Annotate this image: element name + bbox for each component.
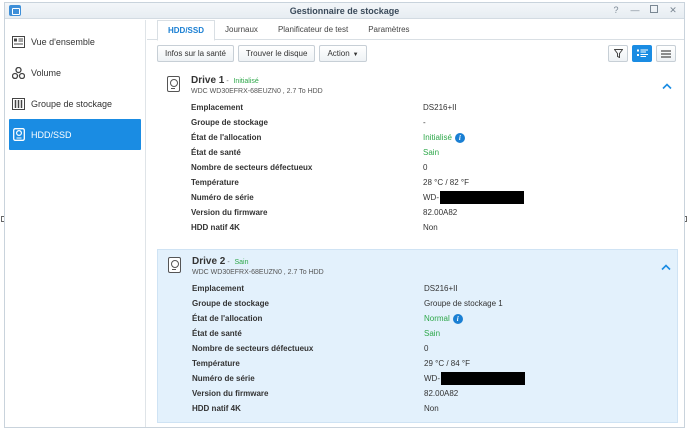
drive-name: Drive 1- Initialisé [191, 75, 259, 86]
window-controls: ? — ✕ [609, 4, 680, 17]
sidebar-item-label: Volume [31, 67, 62, 78]
tab-hdd-ssd[interactable]: HDD/SSD [157, 20, 216, 41]
find-disk-button[interactable]: Trouver le disque [237, 45, 316, 62]
sidebar-item-storage-pool[interactable]: Groupe de stockage [5, 88, 145, 119]
storage-pool-icon [12, 97, 25, 110]
main-panel: HDD/SSD Journaux Planificateur de test P… [147, 20, 684, 427]
drive-status: Sain [234, 259, 249, 266]
close-icon[interactable]: ✕ [666, 4, 680, 17]
chevron-up-icon[interactable] [662, 82, 672, 90]
toolbar: Infos sur la santé Trouver le disque Act… [147, 40, 684, 67]
sidebar-item-label: HDD/SSD [31, 129, 72, 140]
detail-row: État de santé Sain [191, 148, 440, 157]
info-icon[interactable]: i [454, 132, 465, 143]
serial-redaction [441, 372, 525, 385]
drive-model: WDC WD30EFRX-68EUZN0 , 2.7 To HDD [191, 88, 323, 95]
drive-card[interactable]: Drive 1- Initialisé WDC WD30EFRX-68EUZN0… [157, 69, 678, 241]
sidebar: Vue d'ensemble Volume Groupe de stockage… [5, 20, 146, 427]
hdd-icon [168, 257, 181, 273]
detail-row: Groupe de stockage Groupe de stockage 1 [192, 299, 503, 308]
detail-row: État de l'allocation Normal i [192, 311, 677, 326]
drive-details: Emplacement DS216+II Groupe de stockage - … [191, 100, 678, 235]
detail-row: Groupe de stockage - [191, 118, 426, 127]
detail-row: Température 29 °C / 84 °F [192, 359, 470, 368]
maximize-icon[interactable] [647, 4, 661, 17]
action-label: Action [327, 49, 350, 58]
window-title: Gestionnaire de stockage [289, 6, 400, 16]
health-info-button[interactable]: Infos sur la santé [157, 45, 234, 62]
overview-icon [12, 35, 25, 48]
drive-list: Drive 1- Initialisé WDC WD30EFRX-68EUZN0… [147, 69, 684, 427]
chevron-up-icon[interactable] [661, 263, 671, 271]
filter-button[interactable] [608, 45, 628, 62]
detail-row: Version du firmware 82.00A82 [192, 389, 459, 398]
detail-row: Nombre de secteurs défectueux 0 [192, 344, 429, 353]
detail-row: Nombre de secteurs défectueux 0 [191, 163, 428, 172]
info-icon[interactable]: i [452, 313, 463, 324]
detail-row: HDD natif 4K Non [191, 223, 438, 232]
drive-model: WDC WD30EFRX-68EUZN0 , 2.7 To HDD [192, 269, 324, 276]
sidebar-item-label: Vue d'ensemble [31, 36, 95, 47]
detail-row: Numéro de série WD- [191, 190, 678, 205]
tab-settings[interactable]: Paramètres [358, 20, 419, 40]
tab-test-scheduler[interactable]: Planificateur de test [268, 20, 358, 40]
sidebar-item-label: Groupe de stockage [31, 98, 113, 109]
drive-details: Emplacement DS216+II Groupe de stockage Gr… [192, 281, 677, 416]
volume-icon [12, 66, 25, 79]
help-icon[interactable]: ? [609, 4, 623, 17]
serial-redaction [440, 191, 524, 204]
caret-down-icon: ▼ [352, 52, 359, 58]
detail-row: Emplacement DS216+II [191, 103, 457, 112]
detail-row: Emplacement DS216+II [192, 284, 458, 293]
drive-status: Initialisé [233, 78, 259, 85]
drive-card-selected[interactable]: Drive 2- Sain WDC WD30EFRX-68EUZN0 , 2.7… [157, 249, 678, 423]
sidebar-item-volume[interactable]: Volume [5, 57, 145, 88]
action-dropdown-button[interactable]: Action ▼ [319, 45, 367, 62]
minimize-icon[interactable]: — [628, 4, 642, 17]
detail-view-button[interactable] [632, 45, 652, 62]
detail-row: Numéro de série WD- [192, 371, 677, 386]
sidebar-item-hdd-ssd[interactable]: HDD/SSD [9, 119, 141, 150]
detail-row: HDD natif 4K Non [192, 404, 439, 413]
storage-manager-window: Gestionnaire de stockage ? — ✕ Vue d'ens… [4, 2, 685, 428]
hdd-icon [12, 128, 25, 141]
detail-row: Température 28 °C / 82 °F [191, 178, 469, 187]
tab-logs[interactable]: Journaux [215, 20, 268, 40]
detail-row: État de santé Sain [192, 329, 441, 338]
title-bar[interactable]: Gestionnaire de stockage ? — ✕ [5, 3, 684, 19]
filter-icon [613, 49, 623, 58]
list-view-button[interactable] [656, 45, 676, 62]
sidebar-item-overview[interactable]: Vue d'ensemble [5, 26, 145, 57]
detail-list-icon [636, 49, 648, 57]
detail-row: Version du firmware 82.00A82 [191, 208, 458, 217]
detail-row: État de l'allocation Initialisé i [191, 130, 678, 145]
tab-bar: HDD/SSD Journaux Planificateur de test P… [147, 20, 684, 41]
list-icon [661, 49, 671, 58]
view-controls [608, 45, 676, 62]
hdd-icon [167, 76, 180, 92]
drive-name: Drive 2- Sain [192, 256, 249, 267]
